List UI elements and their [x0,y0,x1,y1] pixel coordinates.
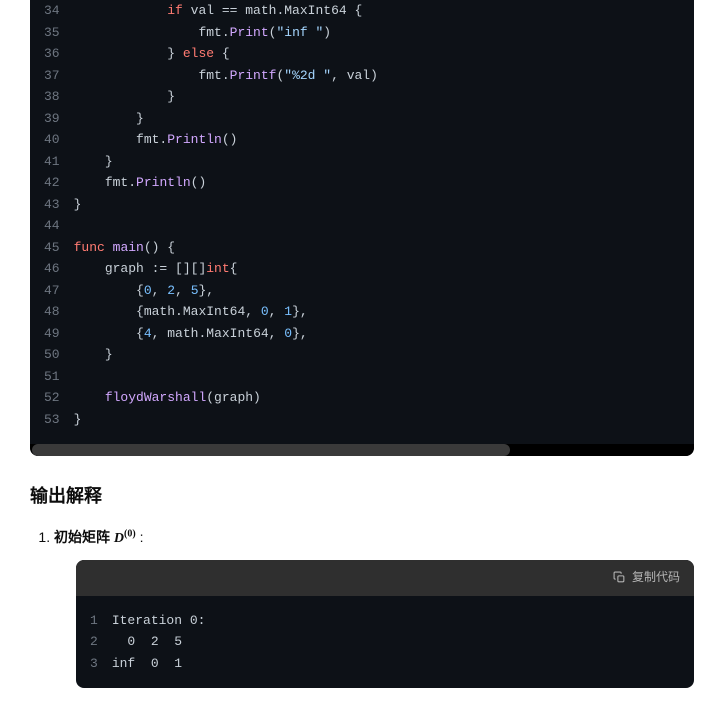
list-item: 初始矩阵 D(0) : 复制代码 1 2 3 [54,526,694,688]
horizontal-scrollbar-track[interactable] [30,444,694,456]
section-heading: 输出解释 [30,482,694,508]
math-var: D [114,531,124,546]
code-content: Iteration 0: 0 2 5 inf 0 1 [112,610,694,675]
line-gutter: 34 35 36 37 38 39 40 41 42 43 44 45 46 4… [30,0,74,430]
code-area[interactable]: 34 35 36 37 38 39 40 41 42 43 44 45 46 4… [30,0,694,444]
clipboard-icon [613,571,626,584]
list-item-suffix: : [140,529,144,545]
explanation-list: 初始矩阵 D(0) : 复制代码 1 2 3 [30,526,694,688]
math-superscript: (0) [124,528,136,539]
copy-label: 复制代码 [632,568,680,587]
horizontal-scrollbar-thumb[interactable] [32,444,510,456]
copy-button[interactable]: 复制代码 [613,568,680,587]
code-block-go: 34 35 36 37 38 39 40 41 42 43 44 45 46 4… [30,0,694,456]
line-gutter: 1 2 3 [76,610,112,675]
code-block-output: 复制代码 1 2 3 Iteration 0: 0 2 5 inf 0 1 [76,560,694,688]
code-area[interactable]: 1 2 3 Iteration 0: 0 2 5 inf 0 1 [76,596,694,689]
code-content: if val == math.MaxInt64 { fmt.Print("inf… [74,0,694,430]
list-item-prefix: 初始矩阵 [54,529,114,545]
code-header: 复制代码 [76,560,694,595]
